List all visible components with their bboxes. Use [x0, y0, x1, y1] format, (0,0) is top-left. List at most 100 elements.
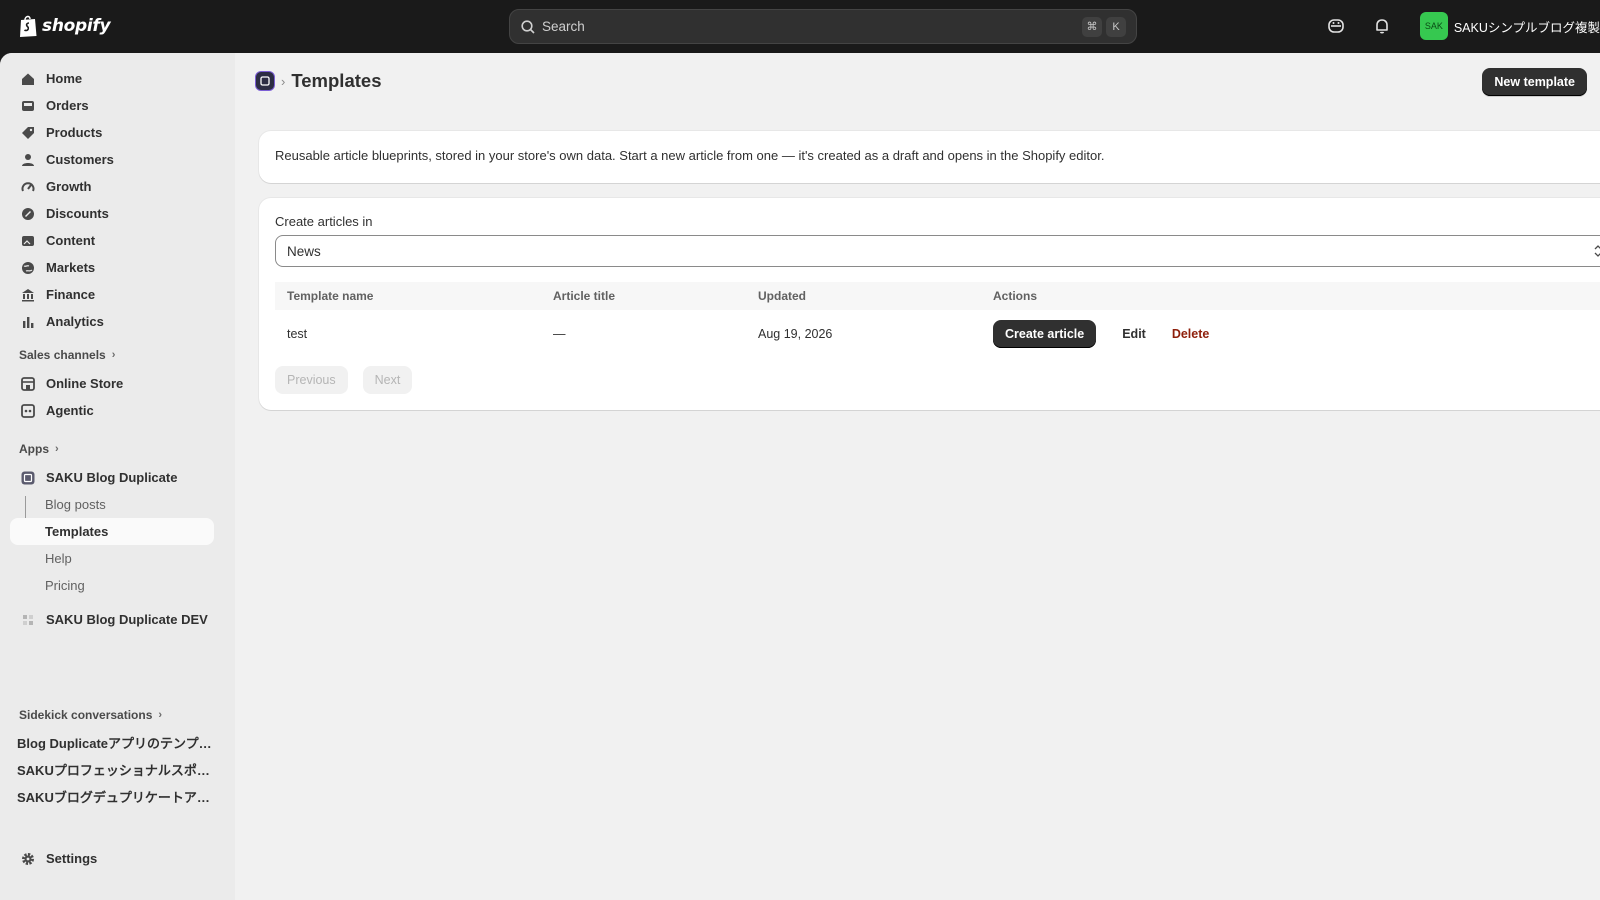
sidebar-item-customers[interactable]: Customers: [10, 146, 214, 173]
shortcut-cmd-key: ⌘: [1082, 16, 1102, 37]
main-frame: Home Orders Products Customers Growth Di…: [0, 53, 1600, 900]
bank-icon: [20, 287, 36, 303]
gear-icon: [20, 851, 36, 867]
sidebar-item-label: Settings: [46, 851, 98, 866]
apps-label: Apps: [19, 442, 49, 456]
delete-button[interactable]: Delete: [1172, 327, 1210, 341]
sidebar-item-saku-blog-duplicate-dev[interactable]: SAKU Blog Duplicate DEV: [10, 606, 214, 633]
sidebar-item-label: Discounts: [46, 206, 109, 221]
pagination: Previous Next: [275, 366, 413, 394]
sidebar-item-home[interactable]: Home: [10, 65, 214, 92]
chevron-right-icon: ›: [158, 709, 163, 721]
conversation-item[interactable]: Blog Duplicateアプリのテンプレート: [17, 733, 212, 752]
description-text: Reusable article blueprints, stored in y…: [275, 148, 1105, 163]
sidebar-item-content[interactable]: Content: [10, 227, 214, 254]
sidebar-item-label: Markets: [46, 260, 96, 275]
bell-icon: [1376, 19, 1388, 34]
sidebar-item-online-store[interactable]: Online Store: [10, 370, 214, 397]
sidebar-item-label: Products: [46, 125, 103, 140]
templates-card: Create articles in News Template name Ar…: [259, 198, 1600, 410]
sidebar-item-markets[interactable]: Markets: [10, 254, 214, 281]
table-row: test — Aug 19, 2026 Create article Edit …: [275, 314, 1600, 354]
sidebar-item-label: Analytics: [46, 314, 104, 329]
breadcrumb-separator: ›: [281, 73, 286, 89]
shopify-logo[interactable]: shopify: [18, 14, 111, 38]
sidebar-item-label: Agentic: [46, 403, 94, 418]
sidebar-item-products[interactable]: Products: [10, 119, 214, 146]
sidebar-item-label: Finance: [46, 287, 96, 302]
sidebar-item-agentic[interactable]: Agentic: [10, 397, 214, 424]
column-header-actions: Actions: [993, 289, 1038, 303]
sidebar-item-pricing[interactable]: Pricing: [10, 572, 214, 599]
sidebar-item-finance[interactable]: Finance: [10, 281, 214, 308]
search-placeholder: Search: [542, 19, 585, 34]
sidebar-item-orders[interactable]: Orders: [10, 92, 214, 119]
sidebar-item-growth[interactable]: Growth: [10, 173, 214, 200]
blog-select-value: News: [287, 243, 321, 259]
store-icon: [20, 376, 36, 392]
app-icon[interactable]: [255, 71, 275, 91]
globe-icon: [20, 260, 36, 276]
sidebar: Home Orders Products Customers Growth Di…: [0, 53, 235, 900]
search-bar[interactable]: Search ⌘ K: [509, 9, 1137, 44]
sidebar-item-help[interactable]: Help: [10, 545, 214, 572]
sidebar-item-label: Pricing: [45, 578, 85, 593]
home-icon: [20, 71, 36, 87]
agentic-icon: [20, 403, 36, 419]
actions-cell: Create article Edit Delete: [981, 320, 1600, 348]
store-menu[interactable]: SAK SAKUシンプルブログ複製: [1419, 12, 1600, 40]
blog-select[interactable]: News: [275, 235, 1600, 267]
sales-channels-heading[interactable]: Sales channels ›: [19, 348, 115, 362]
create-article-button[interactable]: Create article: [993, 320, 1097, 348]
bar-chart-icon: [20, 314, 36, 330]
sidebar-item-label: Online Store: [46, 376, 124, 391]
blog-select-label: Create articles in: [275, 214, 373, 229]
shortcut-k-key: K: [1106, 16, 1126, 37]
apps-heading[interactable]: Apps ›: [19, 442, 59, 456]
sidebar-item-label: SAKU Blog Duplicate DEV: [46, 612, 208, 627]
table-header: Template name Article title Updated Acti…: [275, 282, 1600, 310]
image-icon: [20, 233, 36, 249]
new-template-button[interactable]: New template: [1482, 68, 1587, 96]
sales-channels-label: Sales channels: [19, 348, 106, 362]
top-bar: shopify Search ⌘ K SAK SAKUシンプルブログ複製: [0, 0, 1600, 53]
sidekick-button[interactable]: [1322, 12, 1350, 40]
edit-button[interactable]: Edit: [1110, 327, 1158, 341]
template-name-cell: test: [287, 327, 308, 341]
tag-icon: [20, 125, 36, 141]
sidebar-item-label: Customers: [46, 152, 114, 167]
select-chevron-icon: [1594, 245, 1600, 257]
sidebar-item-label: Help: [45, 551, 72, 566]
sidebar-item-templates[interactable]: Templates: [10, 518, 214, 545]
sidebar-item-label: Blog posts: [45, 497, 106, 512]
app-icon: [20, 470, 36, 486]
sidebar-item-label: Growth: [46, 179, 92, 194]
sidebar-item-label: Home: [46, 71, 83, 86]
discount-icon: [20, 206, 36, 222]
conversation-item[interactable]: SAKUブログデュプリケートアプリ: [17, 787, 212, 806]
sidebar-item-settings[interactable]: Settings: [10, 845, 214, 872]
sidebar-item-saku-blog-duplicate[interactable]: SAKU Blog Duplicate: [10, 464, 214, 491]
sidebar-item-discounts[interactable]: Discounts: [10, 200, 214, 227]
shopify-bag-icon: [20, 15, 37, 37]
logo-wordmark: shopify: [42, 16, 111, 36]
sidekick-conversations-heading[interactable]: Sidekick conversations ›: [19, 708, 162, 722]
chevron-right-icon: ›: [111, 349, 116, 361]
store-name: SAKUシンプルブログ複製: [1453, 20, 1600, 35]
sidebar-item-analytics[interactable]: Analytics: [10, 308, 214, 335]
store-avatar: SAK: [1419, 12, 1448, 40]
conversation-item[interactable]: SAKUプロフェッショナルスポーツ: [17, 760, 212, 779]
sidebar-item-label: SAKU Blog Duplicate: [46, 470, 178, 485]
column-header-template-name: Template name: [287, 289, 374, 303]
page-title: Templates: [291, 70, 382, 91]
breadcrumb: › Templates: [255, 70, 381, 92]
sidebar-item-blog-posts[interactable]: Blog posts: [10, 491, 214, 518]
chevron-right-icon: ›: [55, 443, 59, 455]
previous-page-button[interactable]: Previous: [275, 366, 348, 394]
person-icon: [20, 152, 36, 168]
sidebar-item-label: Orders: [46, 98, 89, 113]
next-page-button[interactable]: Next: [362, 366, 413, 394]
sidekick-conversations-label: Sidekick conversations: [19, 708, 153, 722]
article-title-cell: —: [553, 327, 566, 341]
notifications-button[interactable]: [1368, 12, 1396, 40]
